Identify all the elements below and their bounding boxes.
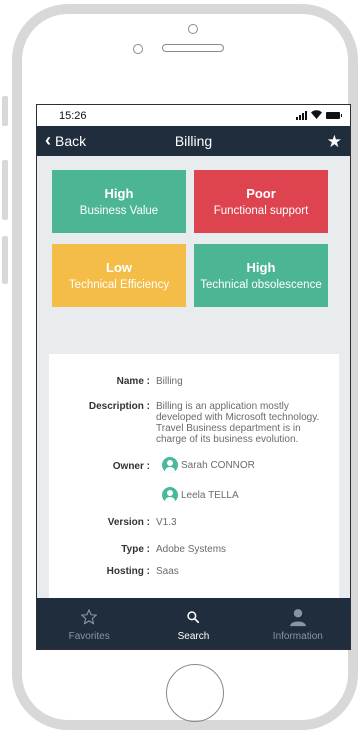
tile-level: High [246, 260, 276, 275]
volume-up-button [2, 160, 8, 220]
tile-label: Technical Efficiency [68, 279, 170, 291]
status-bar: 15:26 [37, 105, 350, 126]
status-icons [296, 109, 342, 122]
tile-label: Functional support [213, 205, 309, 217]
owner-list: Sarah CONNOR Leela TELLA [162, 457, 255, 503]
application-details-card: Name : Billing Description : Billing is … [49, 354, 339, 621]
detail-row-type: Type : Adobe Systems [49, 544, 339, 555]
detail-row-hosting: Hosting : Saas [49, 566, 339, 577]
assessment-tiles: High Business Value Poor Functional supp… [37, 156, 350, 307]
status-time: 15:26 [59, 109, 87, 122]
tab-favorites[interactable]: Favorites [37, 598, 141, 649]
tab-information[interactable]: Information [246, 598, 350, 649]
detail-row-name: Name : Billing [49, 376, 339, 387]
tab-label: Information [272, 630, 323, 642]
volume-down-button [2, 236, 8, 284]
wifi-icon [311, 109, 322, 122]
detail-value: V1.3 [156, 517, 177, 528]
mute-switch [2, 96, 8, 126]
tile-technical-obsolescence[interactable]: High Technical obsolescence [194, 244, 328, 307]
detail-key: Version : [107, 517, 150, 528]
owner-name: Sarah CONNOR [181, 459, 255, 471]
detail-value: Billing is an application mostly develop… [156, 401, 324, 445]
bottom-tab-bar: Favorites Search Information [37, 598, 350, 649]
detail-key: Description : [88, 401, 150, 412]
detail-key: Owner : [112, 461, 150, 472]
owner-name: Leela TELLA [181, 489, 239, 501]
tile-level: Low [106, 260, 132, 275]
navigation-bar: ‹ Back Billing ★ [37, 126, 350, 156]
avatar-icon [162, 457, 178, 473]
detail-key: Name : [116, 376, 150, 387]
front-camera [188, 24, 198, 34]
star-outline-icon [80, 606, 98, 628]
battery-icon [326, 112, 342, 119]
detail-key: Hosting : [106, 566, 150, 577]
proximity-sensor [133, 44, 143, 54]
back-button[interactable]: ‹ Back [45, 130, 87, 150]
content-area: High Business Value Poor Functional supp… [37, 156, 350, 621]
search-icon [186, 606, 200, 628]
detail-row-owner: Owner : Sarah CONNOR Leela TELLA [49, 457, 339, 503]
tile-label: Business Value [79, 205, 159, 217]
tile-level: High [104, 186, 134, 201]
chevron-left-icon: ‹ [45, 130, 51, 150]
earpiece-speaker [162, 44, 224, 52]
favorite-button[interactable]: ★ [327, 133, 342, 150]
detail-key: Type : [121, 544, 150, 555]
detail-value: Billing [156, 376, 183, 387]
detail-value: Adobe Systems [156, 544, 227, 555]
detail-row-version: Version : V1.3 [49, 517, 339, 528]
tile-technical-efficiency[interactable]: Low Technical Efficiency [52, 244, 186, 307]
owner-item[interactable]: Leela TELLA [162, 487, 255, 503]
tile-business-value[interactable]: High Business Value [52, 170, 186, 233]
tab-label: Favorites [68, 630, 110, 642]
home-button[interactable] [166, 664, 224, 722]
owner-item[interactable]: Sarah CONNOR [162, 457, 255, 473]
tile-functional-support[interactable]: Poor Functional support [194, 170, 328, 233]
tab-search[interactable]: Search [141, 598, 245, 649]
user-icon [288, 606, 308, 628]
signal-icon [296, 111, 307, 120]
star-icon: ★ [326, 131, 342, 151]
avatar-icon [162, 487, 178, 503]
description-text: Travel Business department is in charge … [156, 423, 301, 445]
tile-label: Technical obsolescence [200, 279, 322, 291]
detail-value: Saas [156, 566, 179, 577]
tile-level: Poor [246, 186, 276, 201]
tab-label: Search [177, 630, 210, 642]
back-label: Back [55, 133, 87, 149]
detail-row-description: Description : Billing is an application … [49, 401, 339, 445]
description-text: Billing is an application mostly develop… [156, 401, 320, 423]
app-screen: 15:26 ‹ Back Billing ★ High Business Val… [36, 104, 351, 650]
